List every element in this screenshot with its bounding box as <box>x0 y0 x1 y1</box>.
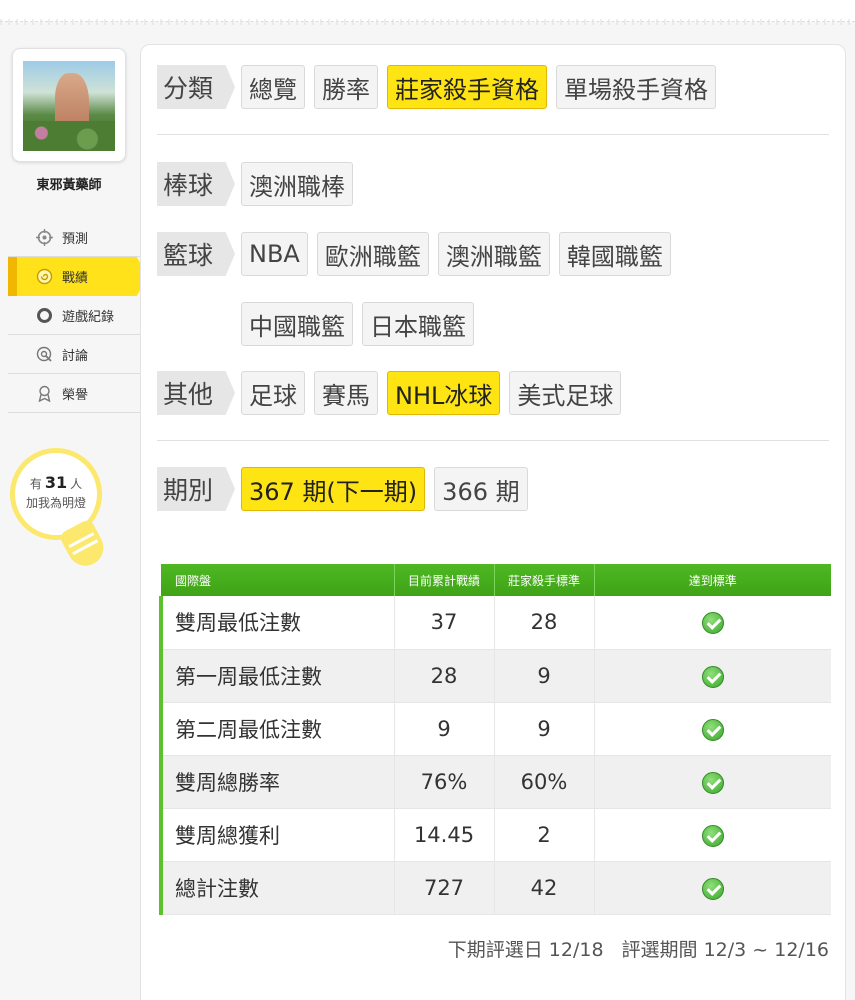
check-circle-icon <box>701 665 724 688</box>
top-decorative-edge <box>0 0 855 25</box>
avatar <box>23 61 115 151</box>
tag-euro-basketball[interactable]: 歐洲職籃 <box>316 232 429 276</box>
sidebar-item-label: 戰績 <box>62 271 89 286</box>
category-filter-row: 分類 總覽 勝率 莊家殺手資格 單場殺手資格 <box>157 65 725 109</box>
table-row: 雙周總獲利 14.45 2 <box>159 808 831 862</box>
tab-bookmaker-killer[interactable]: 莊家殺手資格 <box>387 65 547 109</box>
fans-count: 31 <box>44 473 68 492</box>
row-standard: 2 <box>494 808 595 862</box>
avatar-frame[interactable] <box>12 48 126 162</box>
tab-overview[interactable]: 總覽 <box>241 65 305 109</box>
row-current: 76% <box>394 755 495 809</box>
check-circle-icon <box>701 824 724 847</box>
check-circle-icon <box>701 771 724 794</box>
table-header-row: 國際盤 目前累計戰績 莊家殺手標準 達到標準 <box>161 564 831 596</box>
crosshair-icon <box>36 229 53 246</box>
table-body: 雙周最低注數 37 28 第一周最低注數 28 9 第二周最低注數 9 9 雙周… <box>159 596 831 915</box>
evaluation-info: 下期評選日 12/18 評選期間 12/3 ~ 12/16 <box>448 935 829 962</box>
row-standard: 60% <box>494 755 595 809</box>
table-row: 總計注數 727 42 <box>159 861 831 915</box>
other-filter-row: 其他 足球 賽馬 NHL冰球 美式足球 <box>157 371 630 415</box>
row-current: 28 <box>394 649 495 703</box>
period-filter-row: 期別 367 期(下一期) 366 期 <box>157 467 537 511</box>
filter-label-baseball: 棒球 <box>157 162 235 206</box>
col-header-standard: 莊家殺手標準 <box>494 564 595 596</box>
filter-label-other: 其他 <box>157 371 235 415</box>
tag-australia-basketball[interactable]: 澳洲職籃 <box>437 232 550 276</box>
filter-label-basketball: 籃球 <box>157 232 235 276</box>
col-header-current: 目前累計戰績 <box>394 564 495 596</box>
tag-japan-basketball[interactable]: 日本職籃 <box>362 302 474 346</box>
main-panel: 分類 總覽 勝率 莊家殺手資格 單場殺手資格 棒球 澳洲職棒 籃球 NBA 歐洲… <box>140 44 846 1000</box>
check-circle-icon <box>701 612 724 635</box>
fans-label: 加我為明燈 <box>25 496 86 510</box>
row-label: 總計注數 <box>159 861 395 915</box>
sidebar-item-discussion[interactable]: 討論 <box>8 335 140 374</box>
tab-win-rate[interactable]: 勝率 <box>314 65 378 109</box>
sidebar-menu: 預測 戰績 遊戲紀錄 討論 榮譽 <box>8 218 148 413</box>
col-header-met: 達到標準 <box>594 564 831 596</box>
tag-nba[interactable]: NBA <box>241 232 308 276</box>
row-current: 727 <box>394 861 495 915</box>
row-label: 第二周最低注數 <box>159 702 395 756</box>
basketball-filter-row-2: 中國職籃 日本職籃 <box>241 302 483 346</box>
baseball-filter-row: 棒球 澳洲職棒 <box>157 162 362 206</box>
tag-australia-baseball[interactable]: 澳洲職棒 <box>241 162 353 206</box>
qualification-table: 國際盤 目前累計戰績 莊家殺手標準 達到標準 雙周最低注數 37 28 第一周最… <box>159 564 831 915</box>
sidebar-item-label: 討論 <box>62 348 89 364</box>
filter-label-category: 分類 <box>157 65 235 109</box>
username[interactable]: 東邪黃藥師 <box>0 174 138 193</box>
tag-american-football[interactable]: 美式足球 <box>509 371 622 415</box>
tag-korea-basketball[interactable]: 韓國職籃 <box>558 232 671 276</box>
filter-label-period: 期別 <box>157 467 235 511</box>
sidebar-item-game-history[interactable]: 遊戲紀錄 <box>8 296 140 335</box>
row-current: 9 <box>394 702 495 756</box>
divider <box>157 440 829 441</box>
sidebar-item-label: 預測 <box>62 231 89 247</box>
chat-search-icon <box>36 346 53 363</box>
row-standard: 42 <box>494 861 595 915</box>
row-label: 雙周最低注數 <box>159 596 395 650</box>
row-label: 第一周最低注數 <box>159 649 395 703</box>
table-row: 雙周總勝率 76% 60% <box>159 755 831 809</box>
next-evaluation-date: 下期評選日 12/18 <box>447 939 604 961</box>
sidebar-item-label: 榮譽 <box>62 387 89 403</box>
check-circle-icon <box>701 877 724 900</box>
row-standard: 9 <box>494 649 595 703</box>
sidebar-item-record[interactable]: 戰績 <box>8 257 148 296</box>
col-header-market: 國際盤 <box>161 564 395 596</box>
tab-single-game-killer[interactable]: 單場殺手資格 <box>556 65 716 109</box>
row-label: 雙周總獲利 <box>159 808 395 862</box>
table-row: 雙周最低注數 37 28 <box>159 596 831 650</box>
row-standard: 28 <box>494 596 595 650</box>
sidebar-item-predict[interactable]: 預測 <box>8 218 140 257</box>
tab-period-366[interactable]: 366 期 <box>434 467 528 511</box>
spiral-icon <box>36 268 53 285</box>
row-label: 雙周總勝率 <box>159 755 395 809</box>
ring-icon <box>36 307 53 324</box>
row-current: 14.45 <box>394 808 495 862</box>
basketball-filter-row: 籃球 NBA 歐洲職籃 澳洲職籃 韓國職籃 <box>157 232 680 276</box>
tag-horse-racing[interactable]: 賽馬 <box>314 371 378 415</box>
tag-soccer[interactable]: 足球 <box>241 371 305 415</box>
tag-china-basketball[interactable]: 中國職籃 <box>241 302 353 346</box>
row-current: 37 <box>394 596 495 650</box>
row-standard: 9 <box>494 702 595 756</box>
table-row: 第二周最低注數 9 9 <box>159 702 831 756</box>
evaluation-period: 評選期間 12/3 ~ 12/16 <box>621 939 829 961</box>
check-circle-icon <box>701 718 724 741</box>
tag-nhl-hockey[interactable]: NHL冰球 <box>387 371 501 415</box>
table-row: 第一周最低注數 28 9 <box>159 649 831 703</box>
sidebar-item-honor[interactable]: 榮譽 <box>8 374 140 413</box>
sidebar-item-label: 遊戲紀錄 <box>62 309 115 325</box>
medal-icon <box>36 385 53 402</box>
tab-period-367[interactable]: 367 期(下一期) <box>241 467 426 511</box>
divider <box>157 134 829 135</box>
